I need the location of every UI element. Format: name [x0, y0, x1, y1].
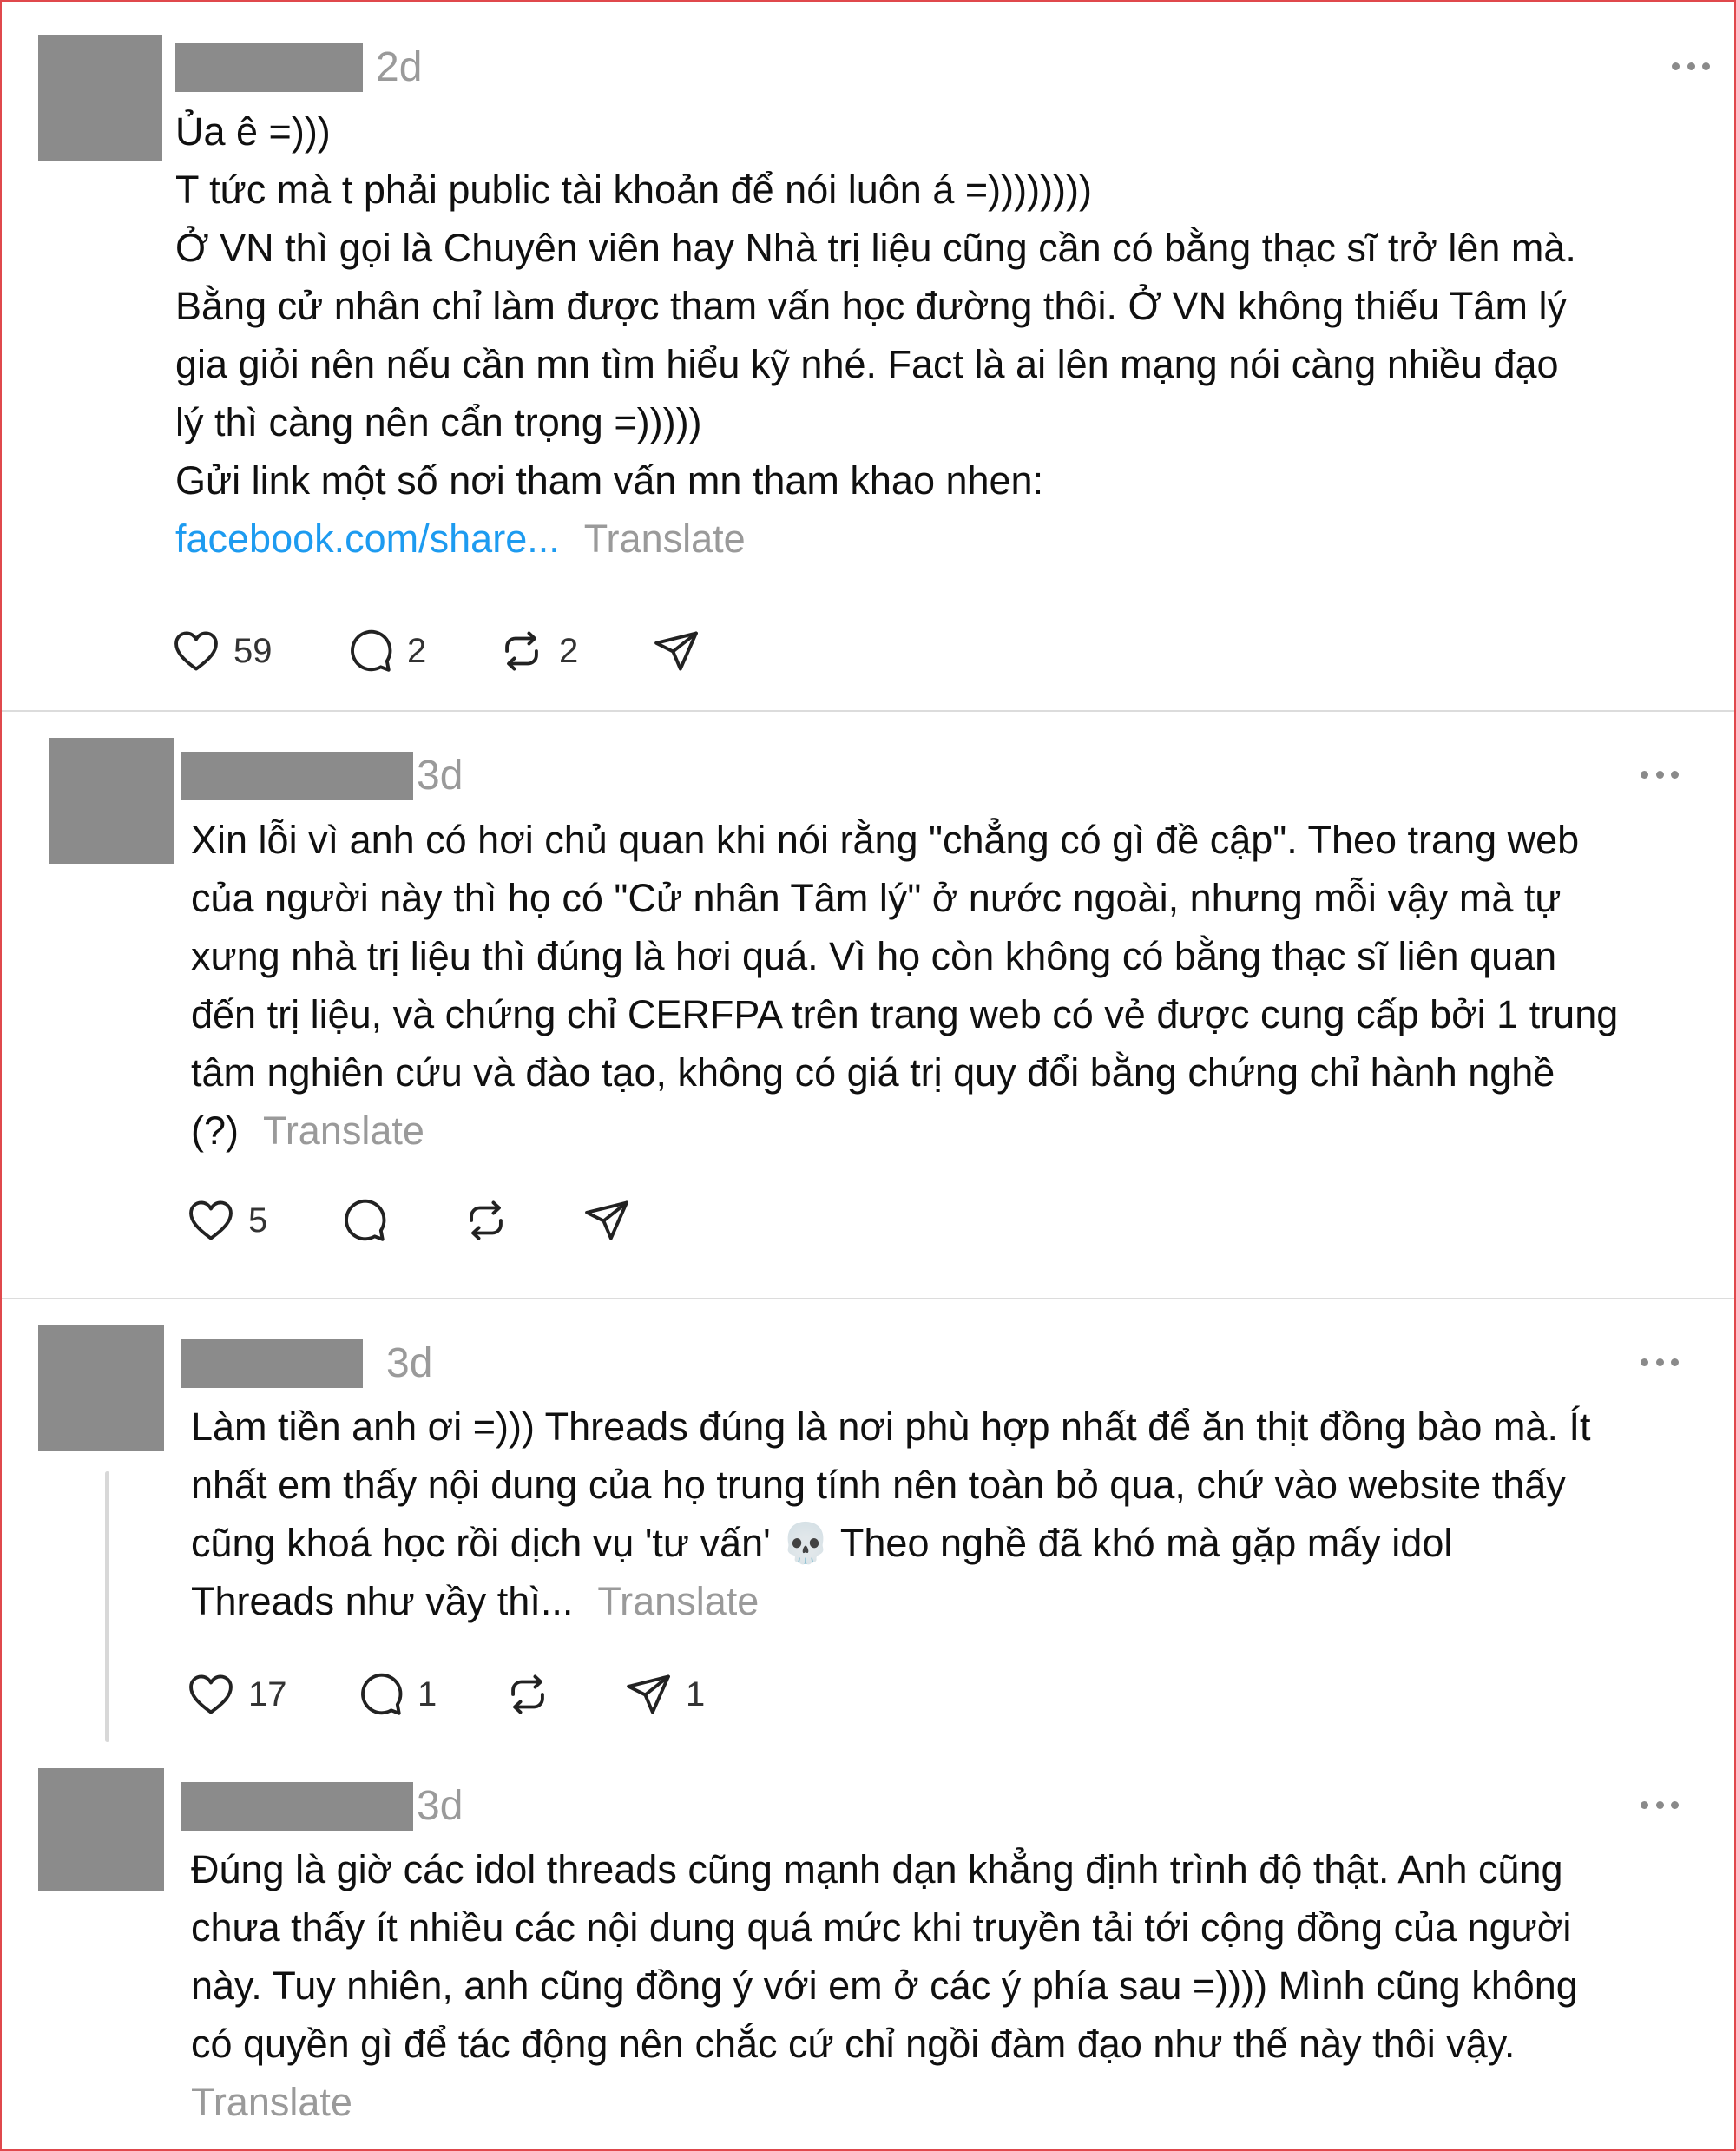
post-text-line: lý thì càng nên cẩn trọng =))))): [175, 400, 702, 444]
share-button[interactable]: [582, 1194, 632, 1247]
repost-icon: [496, 626, 547, 676]
reply-post-4: 3d Đúng là giờ các idol threads cũng mạn…: [2, 1742, 1734, 2149]
post-text-line: gia giỏi nên nếu cần mn tìm hiểu kỹ nhé.…: [175, 342, 1559, 386]
more-options-icon[interactable]: [1641, 1357, 1679, 1367]
heart-icon: [186, 1195, 236, 1246]
reply-post-1: 2d Ủa ê =))) T tức mà t phải public tài …: [2, 2, 1734, 710]
share-count: 1: [686, 1674, 706, 1714]
post-text-line: tâm nghiên cứu và đào tạo, không có giá …: [191, 1050, 1555, 1095]
username-redacted[interactable]: [181, 1339, 363, 1388]
post-text-line: T tức mà t phải public tài khoản để nói …: [175, 168, 1093, 212]
repost-icon: [503, 1669, 553, 1720]
reply-post-3: 3d Làm tiền anh ơi =))) Threads đúng là …: [2, 1299, 1734, 1760]
external-link[interactable]: facebook.com/share...: [175, 516, 560, 561]
share-button[interactable]: 1: [623, 1668, 705, 1720]
post-text-line: (?): [191, 1108, 239, 1153]
repost-button[interactable]: 2: [496, 625, 578, 677]
more-options-icon[interactable]: [1672, 61, 1710, 71]
thread-connector-line: [105, 1471, 109, 1742]
comment-icon: [355, 1669, 405, 1720]
post-text: Xin lỗi vì anh có hơi chủ quan khi nói r…: [191, 811, 1719, 1160]
post-text: Đúng là giờ các idol threads cũng mạnh d…: [191, 1840, 1719, 2131]
post-text-line: nhất em thấy nội dung của họ trung tính …: [191, 1463, 1566, 1507]
post-text-line: Ở VN thì gọi là Chuyên viên hay Nhà trị …: [175, 226, 1576, 270]
post-timestamp: 3d: [386, 1340, 433, 1386]
threads-replies-screenshot: 2d Ủa ê =))) T tức mà t phải public tài …: [0, 0, 1736, 2151]
username-redacted[interactable]: [181, 752, 413, 800]
reply-post-2: 3d Xin lỗi vì anh có hơi chủ quan khi nó…: [2, 712, 1734, 1298]
avatar[interactable]: [38, 1768, 164, 1891]
post-text: Ủa ê =))) T tức mà t phải public tài kho…: [175, 102, 1703, 568]
like-count: 59: [233, 631, 273, 670]
post-actions: 59 2 2: [171, 625, 779, 677]
post-timestamp: 3d: [417, 753, 464, 799]
post-text-line: cũng khoá học rồi dịch vụ 'tư vấn' 💀 The…: [191, 1521, 1453, 1565]
reply-button[interactable]: 2: [345, 625, 426, 677]
comment-icon: [339, 1195, 389, 1246]
repost-button[interactable]: [461, 1194, 511, 1247]
like-count: 5: [248, 1200, 268, 1240]
post-text-line: Ủa ê =))): [175, 109, 331, 154]
post-text-line: này. Tuy nhiên, anh cũng đồng ý với em ở…: [191, 1964, 1578, 2008]
post-text-line: Bằng cử nhân chỉ làm được tham vấn học đ…: [175, 284, 1567, 328]
post-timestamp: 3d: [417, 1783, 464, 1829]
share-button[interactable]: [651, 625, 701, 677]
like-button[interactable]: 17: [186, 1668, 287, 1720]
avatar[interactable]: [38, 1325, 164, 1451]
post-text-line: Làm tiền anh ơi =))) Threads đúng là nơi…: [191, 1404, 1591, 1449]
like-button[interactable]: 59: [171, 625, 273, 677]
username-redacted[interactable]: [175, 43, 363, 92]
like-button[interactable]: 5: [186, 1194, 267, 1247]
username-redacted[interactable]: [181, 1782, 413, 1831]
avatar[interactable]: [49, 738, 174, 864]
heart-icon: [186, 1669, 236, 1720]
heart-icon: [171, 626, 221, 676]
post-text-line: Xin lỗi vì anh có hơi chủ quan khi nói r…: [191, 818, 1580, 862]
post-text-line: chưa thấy ít nhiều các nội dung quá mức …: [191, 1905, 1572, 1950]
send-icon: [582, 1195, 632, 1246]
translate-link[interactable]: Translate: [191, 2080, 352, 2124]
post-text-line: xưng nhà trị liệu thì đúng là hơi quá. V…: [191, 934, 1557, 978]
reply-count: 2: [407, 631, 427, 670]
send-icon: [651, 626, 701, 676]
post-actions: 17 1 1: [186, 1668, 793, 1720]
send-icon: [623, 1669, 674, 1720]
like-count: 17: [248, 1674, 287, 1714]
repost-button[interactable]: [503, 1668, 553, 1720]
post-text-line: Threads như vầy thì...: [191, 1579, 574, 1623]
repost-icon: [461, 1195, 511, 1246]
reply-button[interactable]: 1: [355, 1668, 437, 1720]
comment-icon: [345, 626, 395, 676]
repost-count: 2: [559, 631, 579, 670]
more-options-icon[interactable]: [1641, 769, 1679, 779]
more-options-icon[interactable]: [1641, 1799, 1679, 1810]
post-text: Làm tiền anh ơi =))) Threads đúng là nơi…: [191, 1398, 1719, 1630]
post-text-line: có quyền gì để tác động nên chắc cứ chỉ …: [191, 2022, 1516, 2066]
post-timestamp: 2d: [376, 44, 423, 90]
avatar[interactable]: [38, 35, 162, 161]
translate-link[interactable]: Translate: [584, 516, 746, 561]
translate-link[interactable]: Translate: [263, 1108, 424, 1153]
post-actions: 5: [186, 1194, 707, 1247]
post-text-line: Gửi link một số nơi tham vấn mn tham kha…: [175, 458, 1044, 503]
reply-button[interactable]: [339, 1194, 389, 1247]
translate-link[interactable]: Translate: [597, 1579, 759, 1623]
post-text-line: của người này thì họ có "Cử nhân Tâm lý"…: [191, 876, 1562, 920]
post-text-line: Đúng là giờ các idol threads cũng mạnh d…: [191, 1847, 1563, 1891]
post-text-line: đến trị liệu, và chứng chỉ CERFPA trên t…: [191, 992, 1619, 1036]
reply-count: 1: [418, 1674, 437, 1714]
